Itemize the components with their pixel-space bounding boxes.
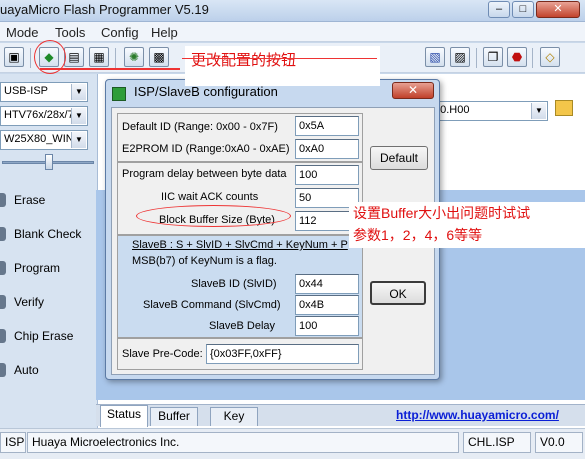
slaveb-id-label: SlaveB ID (SlvID) <box>191 278 277 290</box>
menu-config[interactable]: Config <box>101 25 139 40</box>
verify-label: Verify <box>14 295 45 309</box>
program-label: Program <box>14 261 61 275</box>
slaveb-cmd-label: SlaveB Command (SlvCmd) <box>143 299 281 311</box>
refresh-icon[interactable]: ✺ <box>124 47 144 67</box>
title-bar: uayaMicro Flash Programmer V5.19 – □ ✕ <box>0 0 585 22</box>
program-icon <box>0 261 6 275</box>
program-action[interactable]: Program <box>0 259 96 281</box>
dialog-close-button[interactable]: ✕ <box>392 82 434 99</box>
status-version: V0.0 <box>535 432 583 453</box>
maximize-button[interactable]: □ <box>512 1 534 18</box>
e2prom-id-field[interactable]: 0xA0 <box>295 139 359 159</box>
minimize-button[interactable]: – <box>488 1 510 18</box>
erase-action[interactable]: Erase <box>0 191 96 213</box>
menu-help[interactable]: Help <box>151 25 178 40</box>
chip-icon[interactable]: ▩ <box>149 47 169 67</box>
slaveb-cmd-field[interactable]: 0x4B <box>295 295 359 315</box>
status-company: Huaya Microelectronics Inc. <box>27 432 459 453</box>
delay-field[interactable]: 100 <box>295 165 359 185</box>
next-icon[interactable]: ◇ <box>540 47 560 67</box>
precode-label: Slave Pre-Code: <box>122 348 203 360</box>
precode-field[interactable]: {0x03FF,0xFF} <box>206 344 359 364</box>
annotation-buffer-line1: 设置Buffer大小出问题时试试 <box>353 205 531 221</box>
annotation-underline <box>40 68 180 70</box>
save-icon[interactable]: ▣ <box>4 47 24 67</box>
blank-check-icon <box>0 227 6 241</box>
settings-icon[interactable]: ▤ <box>64 47 84 67</box>
menu-bar: Mode Tools Config Help <box>0 22 585 42</box>
auto-label: Auto <box>14 363 39 377</box>
chip-erase-icon <box>0 329 6 343</box>
folder-icon[interactable] <box>555 100 573 116</box>
blank-check-label: Blank Check <box>14 227 82 241</box>
toolbar-separator <box>476 48 477 68</box>
default-id-label: Default ID (Range: 0x00 - 0x7F) <box>122 121 278 133</box>
e2prom-id-label: E2PROM ID (Range:0xA0 - 0xAE) <box>122 143 290 155</box>
id-group: Default ID (Range: 0x00 - 0x7F) 0x5A E2P… <box>117 113 363 162</box>
copy-icon[interactable]: ❐ <box>483 47 503 67</box>
annotation-ellipse <box>136 205 291 227</box>
slaveb-format-text: SlaveB : S + SlvID + SlvCmd + KeyNum + P <box>132 239 348 251</box>
annotation-buffer-line2: 参数1，2，4，6等等 <box>353 227 483 243</box>
ok-button[interactable]: OK <box>370 281 426 305</box>
chevron-down-icon: ▼ <box>531 103 546 119</box>
tab-buffer[interactable]: Buffer <box>150 407 198 426</box>
window-title: uayaMicro Flash Programmer V5.19 <box>0 2 209 17</box>
status-file: CHL.ISP <box>463 432 531 453</box>
dialog-app-icon <box>112 87 126 101</box>
chevron-down-icon: ▼ <box>71 108 86 124</box>
chip-value: W25X80_WINE <box>4 133 82 145</box>
file-select[interactable]: 10.H00 ▼ <box>430 101 548 121</box>
status-bar: ISP Huaya Microelectronics Inc. CHL.ISP … <box>0 428 585 459</box>
stop-icon[interactable]: ⬣ <box>507 47 527 67</box>
close-button[interactable]: ✕ <box>536 1 580 18</box>
status-mode: ISP <box>0 432 26 453</box>
toolbar-separator <box>532 48 533 68</box>
chart-icon[interactable]: ▧ <box>425 47 445 67</box>
default-id-field[interactable]: 0x5A <box>295 116 359 136</box>
slaveb-delay-field[interactable]: 100 <box>295 316 359 336</box>
slaveb-id-field[interactable]: 0x44 <box>295 274 359 294</box>
verify-action[interactable]: Verify <box>0 293 96 315</box>
chip-erase-label: Chip Erase <box>14 329 74 343</box>
erase-icon <box>0 193 6 207</box>
erase-label: Erase <box>14 193 46 207</box>
auto-action[interactable]: Auto <box>0 361 96 383</box>
chip-family-select[interactable]: HTV76x/28x/7 ▼ <box>0 106 88 126</box>
blank-check-action[interactable]: Blank Check <box>0 225 96 247</box>
image-icon[interactable]: ▨ <box>450 47 470 67</box>
verify-icon <box>0 295 6 309</box>
chevron-down-icon: ▼ <box>71 132 86 148</box>
precode-group: Slave Pre-Code: {0x03FF,0xFF} <box>117 338 363 370</box>
dialog-title-text: ISP/SlaveB configuration <box>134 84 278 99</box>
slaveb-flag-text: MSB(b7) of KeyNum is a flag. <box>132 255 277 267</box>
website-link[interactable]: http://www.huayamicro.com/ <box>396 408 559 422</box>
tab-status[interactable]: Status <box>100 405 148 427</box>
menu-mode[interactable]: Mode <box>6 25 39 40</box>
menu-tools[interactable]: Tools <box>55 25 85 40</box>
speed-slider-thumb[interactable] <box>45 154 53 170</box>
dialog-title: ISP/SlaveB configuration <box>112 84 278 101</box>
annotation-toolbar-note: 更改配置的按钮 <box>185 46 380 86</box>
delay-label: Program delay between byte data <box>122 168 287 180</box>
slaveb-group: SlaveB : S + SlvID + SlvCmd + KeyNum + P… <box>117 235 363 338</box>
interface-select[interactable]: USB-ISP ▼ <box>0 82 88 102</box>
chevron-down-icon: ▼ <box>71 84 86 100</box>
toolbar-separator <box>115 48 116 68</box>
annotation-buffer-note: 设置Buffer大小出问题时试试 参数1，2，4，6等等 <box>349 202 585 248</box>
document-icon[interactable]: ▦ <box>89 47 109 67</box>
slaveb-delay-label: SlaveB Delay <box>209 320 276 332</box>
default-button[interactable]: Default <box>370 146 428 170</box>
iic-wait-label: IIC wait ACK counts <box>161 191 259 203</box>
auto-icon <box>0 363 6 377</box>
annotation-underline <box>182 58 377 59</box>
toolbar-separator <box>30 48 31 68</box>
chip-family-value: HTV76x/28x/7 <box>4 109 74 121</box>
chip-select[interactable]: W25X80_WINE ▼ <box>0 130 88 150</box>
chip-erase-action[interactable]: Chip Erase <box>0 327 96 349</box>
interface-value: USB-ISP <box>4 85 49 97</box>
tab-key[interactable]: Key <box>210 407 258 426</box>
